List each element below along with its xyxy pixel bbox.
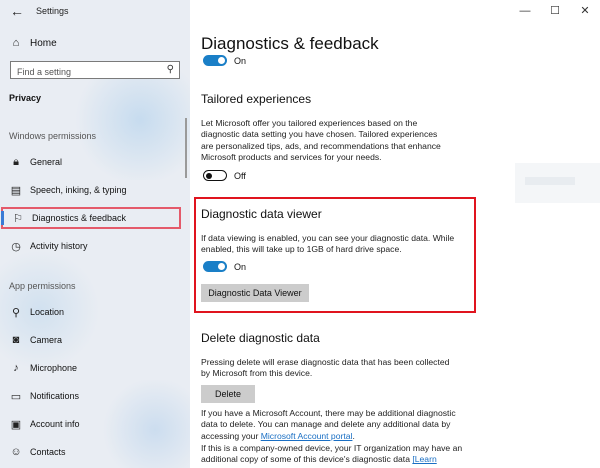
sidebar-item-general[interactable]: 🔒︎ General xyxy=(9,154,62,170)
sidebar-item-label: Account info xyxy=(30,419,80,429)
contacts-icon: ☺ xyxy=(10,446,22,458)
sidebar-item-notifications[interactable]: ▭ Notifications xyxy=(9,388,79,404)
nav-home-label: Home xyxy=(30,37,57,49)
app-title: Settings xyxy=(36,6,69,16)
group-label-app: App permissions xyxy=(9,281,76,291)
sidebar-item-diagnostics[interactable]: ⚐ Diagnostics & feedback xyxy=(1,207,181,229)
sidebar-item-label: Microphone xyxy=(30,363,78,373)
section-title: Privacy xyxy=(9,93,42,103)
account-info-text: If you have a Microsoft Account, there m… xyxy=(201,408,463,442)
microphone-icon: ♪ xyxy=(13,362,19,374)
toggle-knob xyxy=(206,172,212,179)
tailored-toggle-label: Off xyxy=(234,171,246,181)
history-icon: ◷ xyxy=(11,240,21,253)
sidebar-item-label: Camera xyxy=(30,335,63,345)
sidebar-item-account-info[interactable]: ▣ Account info xyxy=(9,416,80,432)
tailored-description: Let Microsoft offer you tailored experie… xyxy=(201,118,441,163)
scrollbar[interactable] xyxy=(185,118,187,178)
selection-indicator xyxy=(1,211,4,225)
notebook-icon: ▤ xyxy=(10,184,22,197)
delete-description: Pressing delete will erase diagnostic da… xyxy=(201,357,450,379)
sidebar-item-label: Activity history xyxy=(30,241,88,251)
sidebar-item-label: Speech, inking, & typing xyxy=(30,185,127,195)
search-input[interactable] xyxy=(11,64,151,80)
delete-heading: Delete diagnostic data xyxy=(201,331,320,345)
lock-icon: 🔒︎ xyxy=(13,155,19,168)
page-title: Diagnostics & feedback xyxy=(201,34,379,53)
account-info-post: . xyxy=(352,430,355,441)
delete-button[interactable]: Delete xyxy=(201,385,255,403)
feedback-icon: ⚐ xyxy=(13,212,23,225)
sidebar-item-label: Notifications xyxy=(30,391,80,401)
sidebar-item-activity[interactable]: ◷ Activity history xyxy=(9,238,88,254)
highlight-annotation xyxy=(194,197,476,313)
back-arrow-icon[interactable]: ← xyxy=(8,2,26,20)
camera-icon: ◙ xyxy=(12,334,20,346)
sidebar-item-contacts[interactable]: ☺ Contacts xyxy=(9,444,66,460)
diagnostics-toggle[interactable] xyxy=(203,55,227,66)
sidebar-item-microphone[interactable]: ♪ Microphone xyxy=(9,360,77,376)
background-glow xyxy=(100,380,190,468)
home-icon: ⌂ xyxy=(12,37,20,49)
sidebar-item-label: General xyxy=(30,157,63,167)
sidebar: ⌂ Home ⚲ Privacy Windows permissions 🔒︎ … xyxy=(0,0,190,468)
group-label-windows: Windows permissions xyxy=(9,131,97,141)
sidebar-item-speech[interactable]: ▤ Speech, inking, & typing xyxy=(9,182,127,198)
account-icon: ▣ xyxy=(10,418,22,431)
background-line xyxy=(525,177,575,185)
learn-more-link[interactable]: [Learn xyxy=(412,454,436,464)
tailored-toggle[interactable] xyxy=(203,170,227,181)
sidebar-item-camera[interactable]: ◙ Camera xyxy=(9,332,62,348)
background-window xyxy=(515,163,600,203)
search-icon[interactable]: ⚲ xyxy=(167,64,174,75)
sidebar-item-label: Location xyxy=(30,307,65,317)
nav-home[interactable]: ⌂ Home xyxy=(9,37,57,49)
sidebar-item-location[interactable]: ⚲ Location xyxy=(9,304,64,320)
toggle-knob xyxy=(218,57,225,64)
notifications-icon: ▭ xyxy=(10,390,22,403)
sidebar-item-label: Contacts xyxy=(30,447,66,457)
search-box[interactable]: ⚲ xyxy=(10,61,180,80)
sidebar-item-label: Diagnostics & feedback xyxy=(32,213,127,223)
tailored-heading: Tailored experiences xyxy=(201,92,312,106)
company-info-text: If this is a company-owned device, your … xyxy=(201,443,463,466)
diagnostics-toggle-label: On xyxy=(234,56,247,66)
microsoft-account-portal-link[interactable]: Microsoft Account portal xyxy=(261,431,353,441)
location-icon: ⚲ xyxy=(11,306,21,319)
